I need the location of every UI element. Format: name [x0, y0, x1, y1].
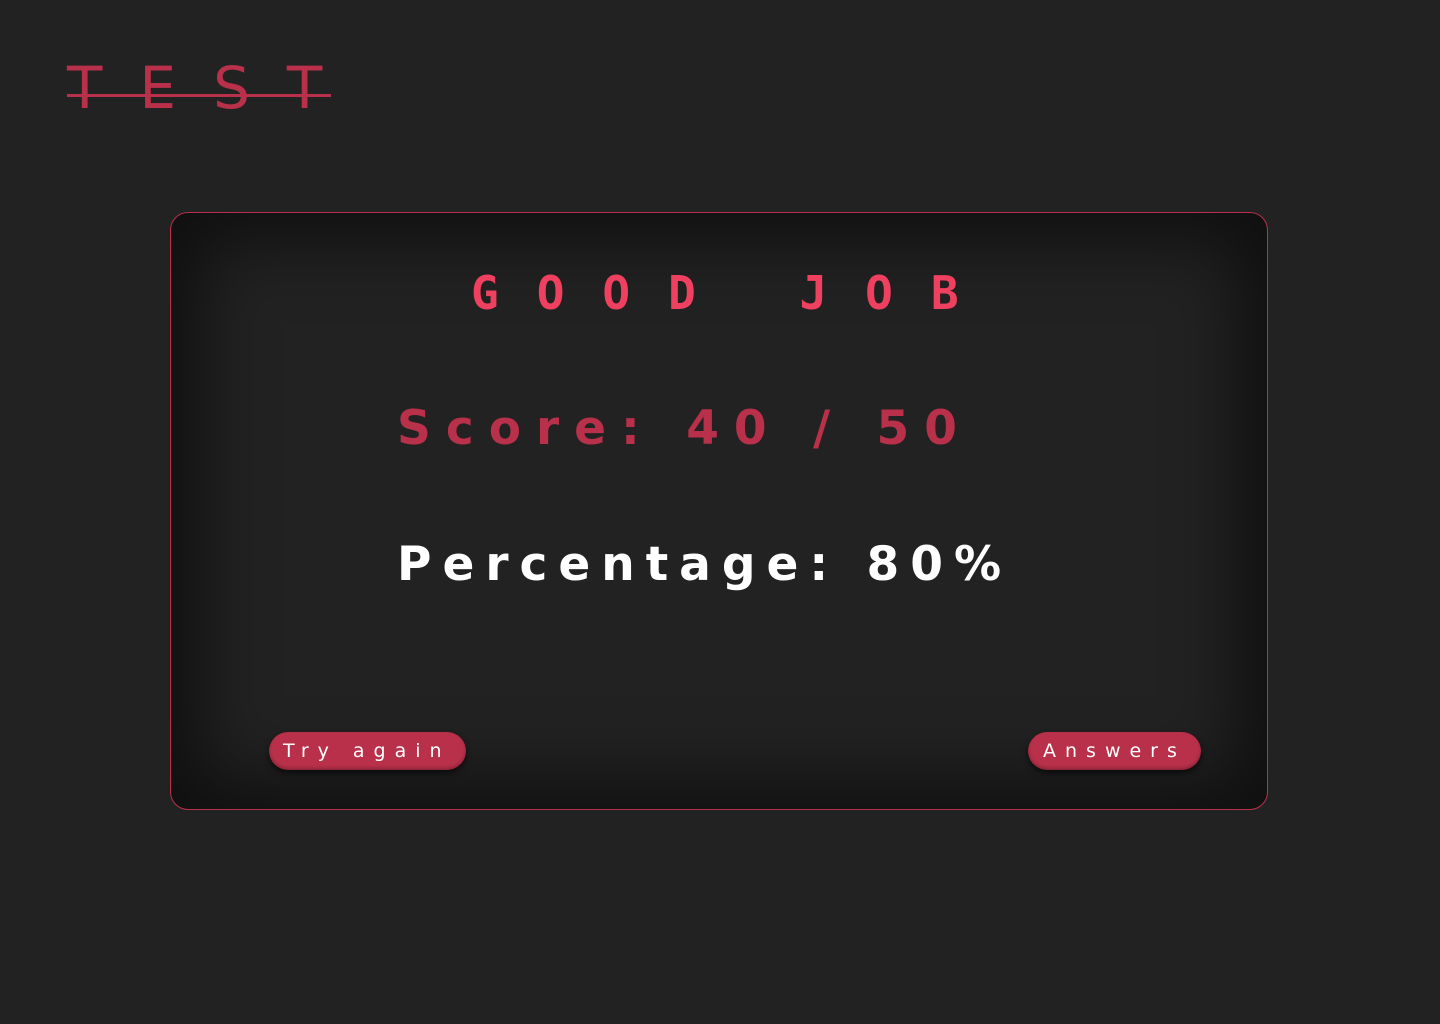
result-headline: GOOD JOB — [471, 266, 997, 320]
logo-strikethrough — [67, 94, 331, 97]
logo: TEST — [67, 58, 331, 118]
logo-text: TEST — [67, 54, 360, 122]
score-text: Score: 40 / 50 — [397, 401, 972, 456]
result-card: GOOD JOB Score: 40 / 50 Percentage: 80% … — [170, 212, 1268, 810]
answers-button[interactable]: Answers — [1028, 732, 1201, 770]
try-again-button[interactable]: Try again — [269, 732, 466, 770]
percentage-text: Percentage: 80% — [397, 537, 1013, 592]
